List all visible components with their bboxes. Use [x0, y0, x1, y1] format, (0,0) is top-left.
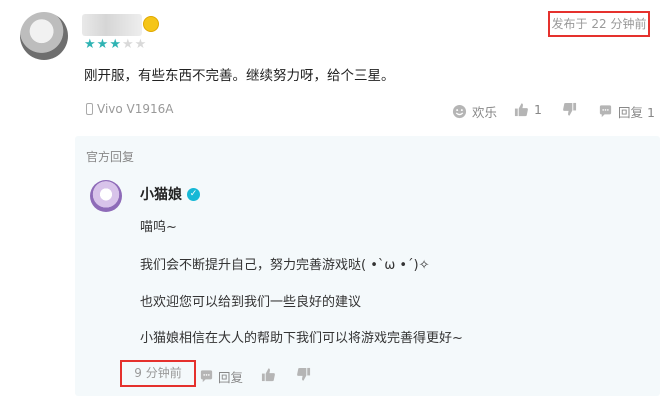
comment-text: 刚开服，有些东西不完善。继续努力呀，给个三星。 — [84, 68, 395, 84]
official-like-button[interactable] — [261, 367, 276, 382]
reply-line-4: 小猫娘相信在大人的帮助下我们可以将游戏完善得更好~ — [140, 331, 463, 346]
star-filled-icon: ★ — [109, 37, 122, 52]
reply-label: 回复 1 — [618, 105, 655, 120]
official-reply-time: 9 分钟前 — [120, 360, 196, 387]
thumbs-up-icon — [514, 103, 528, 117]
device-name: Vivo V1916A — [97, 102, 174, 116]
official-reply-label: 官方回复 — [86, 150, 135, 164]
star-filled-icon: ★ — [84, 37, 97, 52]
reply-line-2: 我们会不断提升自己，努力完善游戏哒( •`ω •´)✧ — [140, 258, 430, 273]
official-author[interactable]: 小猫娘 ✓ — [140, 184, 200, 204]
official-reply-label: 回复 — [218, 370, 244, 385]
speech-bubble-icon — [599, 105, 612, 118]
thumbs-up-icon — [261, 368, 275, 382]
official-reply-button[interactable]: 回复 — [199, 367, 243, 386]
username-redacted[interactable] — [82, 14, 142, 36]
phone-icon — [86, 103, 93, 115]
thumbs-down-icon — [297, 367, 311, 381]
star-empty-icon: ★ — [121, 37, 135, 52]
funny-label: 欢乐 — [472, 105, 498, 120]
reply-line-3: 也欢迎您可以给到我们一些良好的建议 — [140, 295, 362, 310]
smiley-icon — [452, 104, 467, 119]
reply-button[interactable]: 回复 1 — [598, 102, 655, 121]
official-author-name: 小猫娘 — [140, 187, 182, 203]
star-empty-icon: ★ — [134, 37, 148, 52]
speech-bubble-icon — [200, 370, 213, 383]
verified-check-icon: ✓ — [187, 187, 200, 201]
user-avatar[interactable] — [20, 12, 68, 60]
like-button[interactable]: 1 — [514, 102, 542, 117]
like-count: 1 — [534, 102, 542, 117]
dislike-button[interactable] — [562, 102, 577, 117]
post-time: 发布于 22 分钟前 — [548, 11, 650, 37]
user-level-badge-icon — [143, 16, 159, 32]
star-filled-icon: ★ — [96, 37, 110, 52]
thumbs-down-icon — [563, 102, 577, 116]
official-dislike-button[interactable] — [296, 367, 311, 382]
reply-line-1: 喵呜~ — [140, 220, 177, 235]
device-info: Vivo V1916A — [86, 102, 174, 116]
official-avatar[interactable] — [90, 180, 122, 212]
rating-stars: ★★★★★ — [84, 37, 147, 52]
funny-button[interactable]: 欢乐 — [452, 102, 497, 121]
